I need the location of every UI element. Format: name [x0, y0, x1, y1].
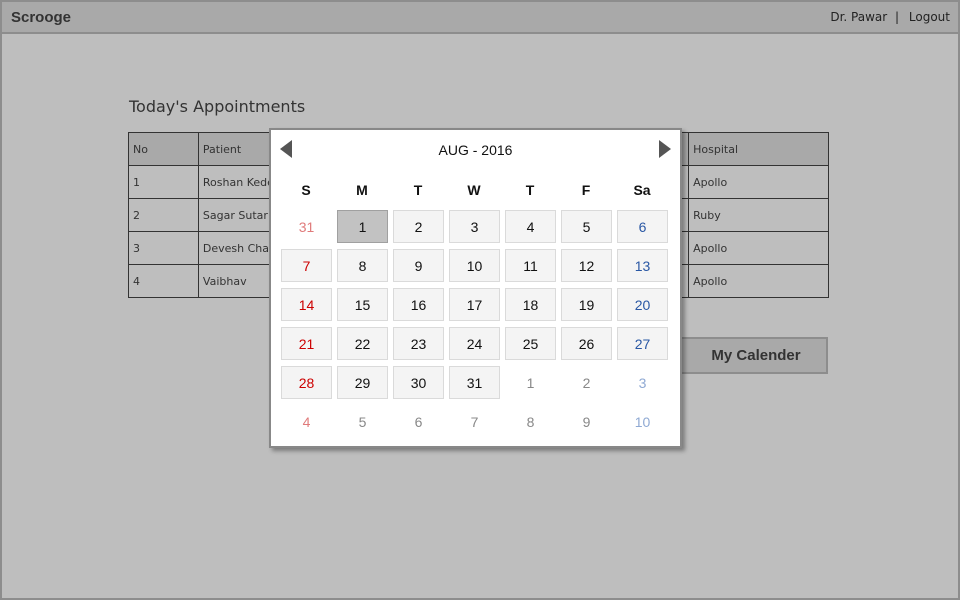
calendar-day-other-month[interactable]: 5: [337, 405, 388, 438]
calendar-day[interactable]: 29: [337, 366, 388, 399]
calendar-day[interactable]: 20: [617, 288, 668, 321]
calendar-day[interactable]: 24: [449, 327, 500, 360]
logout-link[interactable]: Logout: [909, 10, 950, 24]
calendar-day[interactable]: 14: [281, 288, 332, 321]
weekday-header-thursday: T: [525, 182, 535, 198]
calendar-day[interactable]: 31: [449, 366, 500, 399]
appointments-title: Today's Appointments: [129, 97, 306, 116]
calendar-day-other-month[interactable]: 8: [505, 405, 556, 438]
calendar-day[interactable]: 5: [561, 210, 612, 243]
calendar-day-other-month[interactable]: 6: [393, 405, 444, 438]
calendar-day[interactable]: 3: [449, 210, 500, 243]
app-window: Scrooge Dr. Pawar | Logout Today's Appoi…: [0, 0, 960, 600]
cell-no: 2: [128, 198, 199, 232]
calendar-day[interactable]: 23: [393, 327, 444, 360]
user-area: Dr. Pawar | Logout: [830, 10, 950, 24]
date-picker-popup: AUG - 2016 S M T W T F Sa 31 1 2 3 4 5 6 7 8 9 10 11 12 13 14…: [269, 128, 682, 448]
calendar-day[interactable]: 11: [505, 249, 556, 282]
calendar-day[interactable]: 4: [505, 210, 556, 243]
calendar-day[interactable]: 12: [561, 249, 612, 282]
weekday-header-wednesday: W: [467, 182, 481, 198]
weekday-header-tuesday: T: [413, 182, 423, 198]
calendar-day[interactable]: 28: [281, 366, 332, 399]
month-label: AUG - 2016: [438, 142, 513, 158]
weekday-header-saturday: Sa: [633, 182, 651, 198]
calendar-day-other-month[interactable]: 9: [561, 405, 612, 438]
top-bar: Scrooge Dr. Pawar | Logout: [2, 2, 958, 34]
cell-hospital: Apollo: [688, 231, 829, 265]
calendar-day[interactable]: 2: [393, 210, 444, 243]
calendar-day[interactable]: 22: [337, 327, 388, 360]
calendar-day[interactable]: 25: [505, 327, 556, 360]
calendar-day[interactable]: 27: [617, 327, 668, 360]
cell-hospital: Apollo: [688, 165, 829, 199]
column-header-no: No: [128, 132, 199, 166]
calendar-day[interactable]: 13: [617, 249, 668, 282]
calendar-day[interactable]: 7: [281, 249, 332, 282]
calendar-day[interactable]: 19: [561, 288, 612, 321]
calendar-day[interactable]: 30: [393, 366, 444, 399]
calendar-day-other-month[interactable]: 3: [617, 366, 668, 399]
cell-no: 3: [128, 231, 199, 265]
cell-hospital: Apollo: [688, 264, 829, 298]
weekday-header-monday: M: [356, 182, 368, 198]
app-title: Scrooge: [11, 9, 72, 26]
cell-no: 1: [128, 165, 199, 199]
calendar-day[interactable]: 10: [449, 249, 500, 282]
cell-no: 4: [128, 264, 199, 298]
calendar-day[interactable]: 16: [393, 288, 444, 321]
calendar-day-other-month[interactable]: 1: [505, 366, 556, 399]
calendar-day[interactable]: 18: [505, 288, 556, 321]
calendar-day-other-month[interactable]: 4: [281, 405, 332, 438]
weekday-header-friday: F: [581, 182, 591, 198]
calendar-day[interactable]: 26: [561, 327, 612, 360]
my-calendar-button[interactable]: My Calender: [678, 337, 828, 374]
calendar-day-other-month[interactable]: 31: [281, 210, 332, 243]
next-month-icon[interactable]: [659, 140, 671, 158]
calendar-day-other-month[interactable]: 2: [561, 366, 612, 399]
separator: |: [895, 10, 900, 24]
calendar-day-other-month[interactable]: 10: [617, 405, 668, 438]
calendar-day[interactable]: 17: [449, 288, 500, 321]
calendar-day[interactable]: 1: [337, 210, 388, 243]
calendar-day[interactable]: 21: [281, 327, 332, 360]
weekday-header-sunday: S: [301, 182, 311, 198]
calendar-day[interactable]: 15: [337, 288, 388, 321]
cell-hospital: Ruby: [688, 198, 829, 232]
calendar-day[interactable]: 6: [617, 210, 668, 243]
user-name: Dr. Pawar: [830, 10, 888, 24]
calendar-day-other-month[interactable]: 7: [449, 405, 500, 438]
calendar-day[interactable]: 9: [393, 249, 444, 282]
calendar-day[interactable]: 8: [337, 249, 388, 282]
column-header-hospital: Hospital: [688, 132, 829, 166]
